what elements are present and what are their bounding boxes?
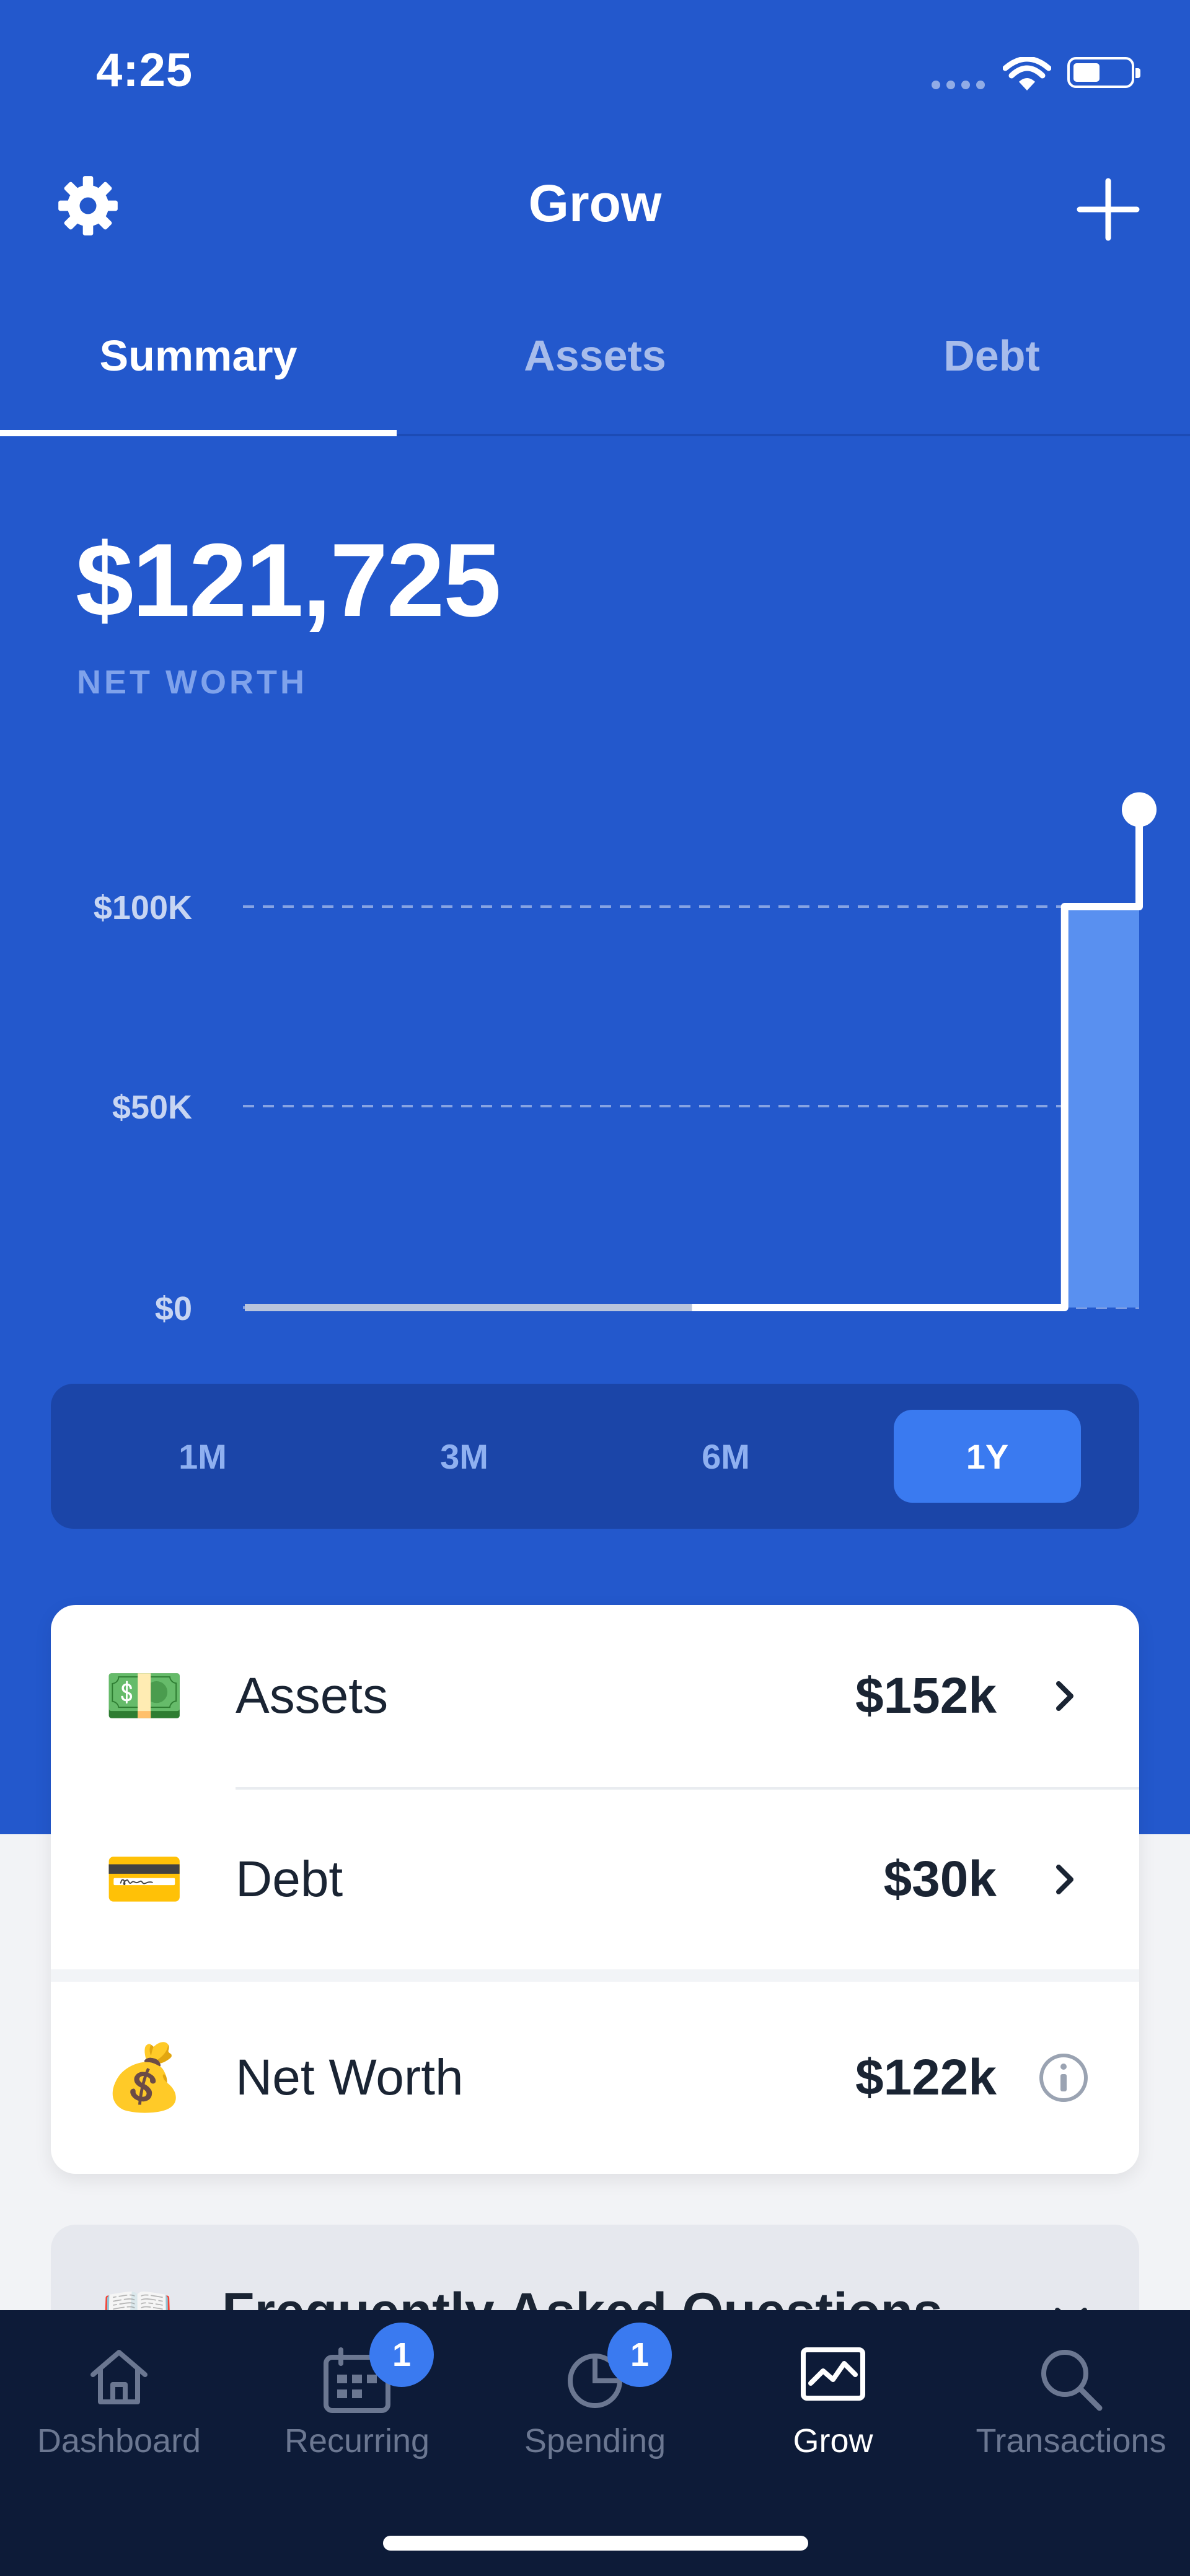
chart-current-point (1122, 792, 1157, 827)
debt-row[interactable]: 💳 Debt $30k (51, 1790, 1139, 1969)
debt-value: $30k (883, 1851, 997, 1907)
net-worth-label: NET WORTH (77, 664, 307, 701)
y-tick-100k: $100K (94, 889, 192, 926)
y-tick-50k: $50K (112, 1089, 192, 1126)
nav-transactions-label: Transactions (976, 2422, 1166, 2460)
nav-spending-label: Spending (524, 2422, 666, 2460)
debt-label: Debt (236, 1851, 343, 1907)
home-indicator (383, 2536, 808, 2551)
y-tick-0: $0 (155, 1290, 192, 1326)
period-1y[interactable]: 1Y (894, 1410, 1081, 1503)
credit-card-icon: 💳 (104, 1844, 185, 1915)
net-worth-amount: $121,725 (76, 522, 501, 638)
net-worth-row-value: $122k (855, 2049, 997, 2106)
home-icon (90, 2350, 148, 2404)
chevron-right-icon (1056, 1865, 1073, 1894)
spending-badge: 1 (607, 2323, 672, 2387)
info-icon[interactable] (1038, 2052, 1090, 2104)
search-icon (1041, 2350, 1103, 2411)
plus-icon[interactable] (1076, 177, 1140, 242)
chart-series (245, 792, 1157, 1311)
period-1m[interactable]: 1M (109, 1410, 296, 1503)
money-bill-icon: 💵 (104, 1660, 185, 1732)
battery-icon (1067, 57, 1140, 88)
wifi-icon (1003, 57, 1051, 90)
assets-row[interactable]: 💵 Assets $152k (51, 1605, 1139, 1787)
tab-bar: Summary Assets Debt (0, 322, 1190, 436)
nav-dashboard-label: Dashboard (37, 2422, 201, 2460)
money-bag-icon: 💰 (104, 2042, 185, 2114)
page-title: Grow (528, 174, 662, 232)
period-selector: 1M 3M 6M 1Y (51, 1384, 1139, 1529)
chevron-right-icon (1056, 1681, 1073, 1711)
growth-chart-icon (801, 2347, 865, 2401)
recurring-badge: 1 (369, 2323, 434, 2387)
net-worth-row-label: Net Worth (236, 2049, 464, 2106)
net-worth-chart: $100K $50K $0 (94, 792, 1157, 1326)
tab-summary[interactable]: Summary (0, 322, 397, 436)
nav-recurring-label: Recurring (284, 2422, 430, 2460)
net-worth-row: 💰 Net Worth $122k (51, 1982, 1139, 2174)
period-6m[interactable]: 6M (632, 1410, 819, 1503)
section-gap (51, 1969, 1139, 1982)
bottom-navigation: Dashboard 1 Recurring 1 Spending Grow Tr… (0, 2310, 1190, 2576)
assets-label: Assets (236, 1668, 389, 1724)
status-time: 4:25 (96, 44, 193, 97)
signal-icon (932, 81, 985, 89)
nav-grow-label: Grow (793, 2422, 873, 2460)
summary-card: 💵 Assets $152k 💳 Debt $30k 💰 Net Worth $… (51, 1605, 1139, 2174)
chart-area-fill (1064, 907, 1139, 1308)
tab-assets[interactable]: Assets (397, 322, 793, 434)
assets-value: $152k (855, 1668, 997, 1724)
tab-debt[interactable]: Debt (793, 322, 1190, 434)
period-3m[interactable]: 3M (371, 1410, 558, 1503)
